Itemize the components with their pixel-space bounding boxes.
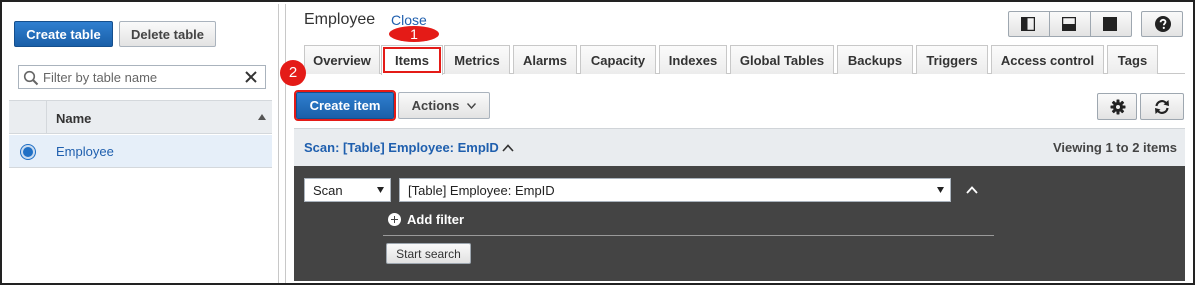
add-filter-link[interactable]: Add filter <box>388 212 464 227</box>
help-icon <box>1155 16 1171 32</box>
actions-label: Actions <box>411 98 460 113</box>
view-layout-toggle <box>1008 11 1132 37</box>
scan-target-select[interactable]: [Table] Employee: EmpID <box>399 178 951 202</box>
split-horizontal-view-button[interactable] <box>1050 12 1091 36</box>
sort-ascending-icon[interactable] <box>258 114 266 120</box>
tab-indexes[interactable]: Indexes <box>659 45 727 74</box>
tab-items[interactable]: Items <box>381 45 443 75</box>
scan-panel-body: Scan [Table] Employee: EmpID Add filter … <box>294 166 1185 281</box>
delete-table-button[interactable]: Delete table <box>119 21 216 47</box>
chevron-down-icon <box>467 102 477 109</box>
scan-mode-select[interactable]: Scan <box>304 178 391 202</box>
help-button[interactable] <box>1141 11 1183 37</box>
tab-capacity[interactable]: Capacity <box>580 45 656 74</box>
create-item-button[interactable]: Create item <box>294 90 396 121</box>
tab-tags[interactable]: Tags <box>1107 45 1158 74</box>
tab-alarms[interactable]: Alarms <box>513 45 577 74</box>
clear-icon[interactable] <box>243 69 259 85</box>
scan-panel-header: Scan: [Table] Employee: EmpID Viewing 1 … <box>294 128 1185 166</box>
start-search-button[interactable]: Start search <box>386 243 471 264</box>
scan-divider <box>383 235 994 236</box>
dropdown-arrow-icon <box>937 187 944 193</box>
step-1-marker: 1 <box>389 26 439 42</box>
split-vertical-view-button[interactable] <box>1009 12 1050 36</box>
tab-backups[interactable]: Backups <box>837 45 913 74</box>
panel-splitter[interactable] <box>278 4 286 283</box>
settings-button[interactable] <box>1097 93 1137 120</box>
layout-full-icon <box>1103 17 1117 31</box>
tab-global-tables[interactable]: Global Tables <box>730 45 834 74</box>
scan-title[interactable]: Scan: [Table] Employee: EmpID <box>304 140 499 155</box>
plus-icon <box>388 213 401 226</box>
table-filter <box>18 65 266 89</box>
table-list-header: Name <box>9 100 272 134</box>
table-list-panel: Create table Delete table Name Employee <box>4 4 272 283</box>
refresh-icon <box>1155 100 1169 114</box>
chevron-up-icon[interactable] <box>502 144 514 152</box>
tab-access-control[interactable]: Access control <box>991 45 1104 74</box>
layout-left-icon <box>1021 17 1035 31</box>
dropdown-arrow-icon <box>377 187 384 193</box>
collapse-chevron-icon[interactable] <box>966 186 978 194</box>
layout-bottom-icon <box>1062 17 1076 31</box>
add-filter-label: Add filter <box>407 212 465 227</box>
tab-metrics[interactable]: Metrics <box>444 45 510 74</box>
page-title: Employee <box>304 11 376 28</box>
name-column-header[interactable]: Name <box>56 111 91 126</box>
actions-dropdown-button[interactable]: Actions <box>398 92 490 119</box>
refresh-button[interactable] <box>1140 93 1184 120</box>
column-separator <box>46 101 47 134</box>
table-radio-selected[interactable] <box>21 145 35 159</box>
step-2-marker: 2 <box>280 60 306 86</box>
viewing-count: Viewing 1 to 2 items <box>1052 140 1177 155</box>
scan-target-value: [Table] Employee: EmpID <box>408 183 555 198</box>
table-row[interactable]: Employee <box>9 135 272 168</box>
gear-icon <box>1110 99 1126 115</box>
scan-mode-value: Scan <box>313 183 343 198</box>
table-name-link[interactable]: Employee <box>56 144 114 159</box>
create-table-button[interactable]: Create table <box>14 21 113 47</box>
full-view-button[interactable] <box>1091 12 1131 36</box>
search-icon <box>23 70 39 86</box>
table-filter-input[interactable] <box>41 68 237 86</box>
tab-overview[interactable]: Overview <box>304 45 380 74</box>
tab-triggers[interactable]: Triggers <box>916 45 988 74</box>
